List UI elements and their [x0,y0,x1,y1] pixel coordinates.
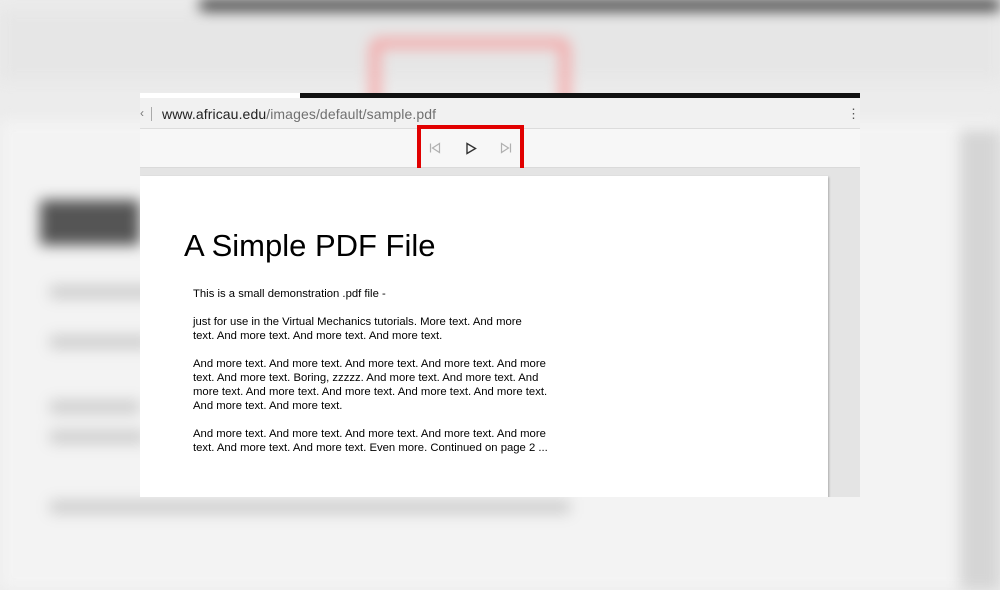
address-separator [151,107,152,121]
blurred-heading [40,200,140,245]
url-domain: www.africau.edu [162,106,267,122]
pdf-page: A Simple PDF File This is a small demons… [140,176,828,497]
blurred-title-bar [200,0,1000,10]
highlight-box [417,125,524,172]
pdf-paragraph: And more text. And more text. And more t… [193,358,548,412]
browser-window: ‹ www.africau.edu/images/default/sample.… [140,93,860,497]
pdf-title: A Simple PDF File [184,228,436,263]
url-path: /images/default/sample.pdf [266,106,437,122]
pdf-paragraph: And more text. And more text. And more t… [193,428,548,454]
blurred-line [50,400,140,414]
blurred-line [50,430,145,444]
pdf-paragraph: This is a small demonstration .pdf file … [193,288,386,300]
url-text[interactable]: www.africau.edu/images/default/sample.pd… [162,106,436,122]
pdf-viewer[interactable]: A Simple PDF File This is a small demons… [140,168,860,497]
blurred-line [50,335,150,349]
chevron-left-icon[interactable]: ‹ [140,106,144,120]
menu-icon[interactable]: ⋮ [847,106,860,122]
blurred-scrollbar [960,130,1000,590]
pdf-paragraph: just for use in the Virtual Mechanics tu… [193,316,522,342]
blurred-line [50,500,570,514]
